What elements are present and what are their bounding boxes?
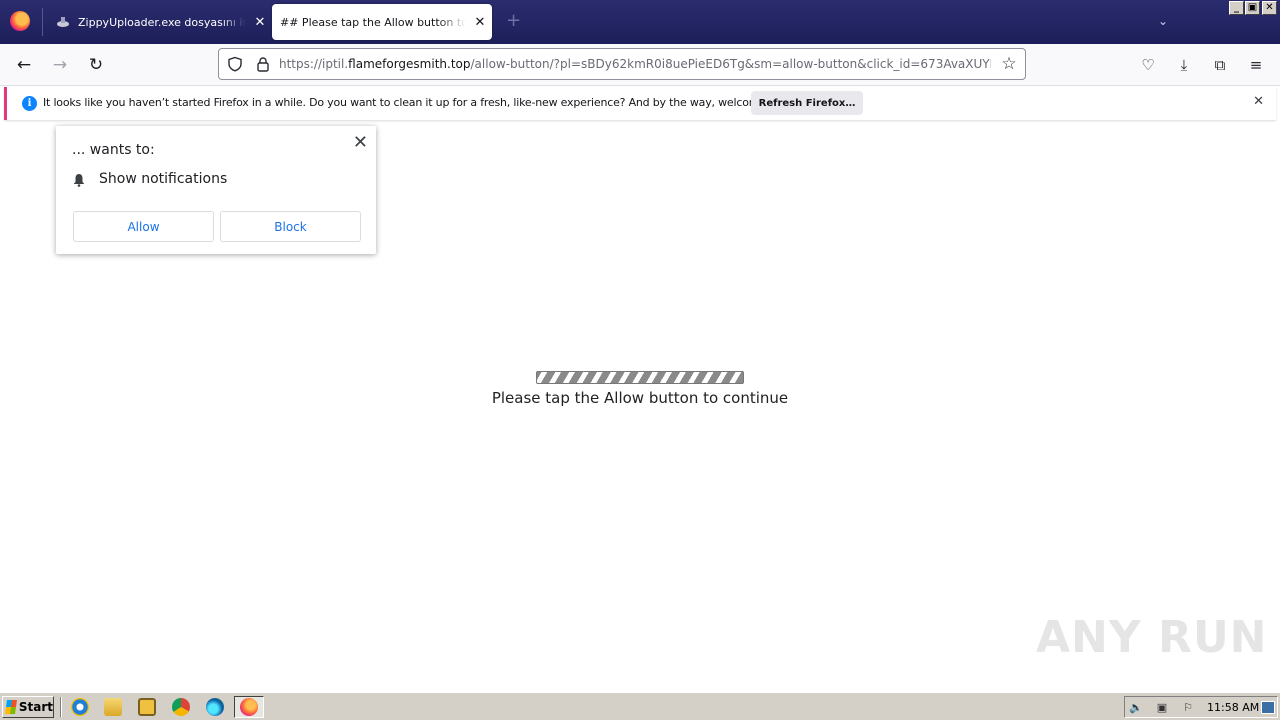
tab-zippyuploader[interactable]: ZippyUploader.exe dosyasını indir - Zipp…: [46, 4, 268, 40]
url-text[interactable]: https://iptil.flameforgesmith.top/allow-…: [279, 57, 991, 71]
firefox-icon: [240, 698, 258, 716]
app-menu-icon[interactable]: ≡: [1245, 54, 1267, 76]
system-tray: 🔈 ▣ ⚐ 11:58 AM: [1124, 696, 1278, 718]
media-player-icon[interactable]: [138, 698, 156, 716]
volume-icon[interactable]: 🔈: [1129, 701, 1143, 714]
close-tab-icon[interactable]: ✕: [472, 15, 488, 30]
page-message: Please tap the Allow button to continue: [491, 389, 789, 407]
block-button[interactable]: Block: [220, 211, 361, 242]
refresh-firefox-notification: i It looks like you haven’t started Fire…: [4, 87, 1276, 120]
start-label: Start: [18, 700, 53, 714]
windows-logo-icon: [5, 700, 17, 714]
navigation-toolbar: ← → ↻ https://iptil.flameforgesmith.top/…: [0, 44, 1280, 86]
file-explorer-icon[interactable]: [104, 698, 122, 716]
downloads-icon[interactable]: ⤓: [1173, 54, 1195, 76]
close-prompt-icon[interactable]: ✕: [353, 132, 368, 153]
forward-button[interactable]: →: [47, 52, 73, 78]
restore-button[interactable]: ▣: [1245, 1, 1260, 15]
tab-separator: [42, 8, 43, 36]
back-button[interactable]: ←: [11, 52, 37, 78]
page-content: ... wants to: ✕ Show notifications Allow…: [0, 124, 1280, 692]
edge-icon[interactable]: [206, 698, 224, 716]
list-all-tabs-icon[interactable]: ⌄: [1158, 14, 1168, 28]
download-favicon-icon: [56, 15, 70, 29]
url-prefix: https://iptil.: [279, 57, 349, 71]
anyrun-watermark: ANY RUN: [1036, 612, 1268, 663]
close-window-button[interactable]: ✕: [1262, 1, 1277, 15]
tracking-protection-shield-icon[interactable]: [227, 56, 243, 72]
chrome-icon[interactable]: [172, 698, 190, 716]
minimize-button[interactable]: _: [1229, 1, 1244, 15]
bookmark-star-icon[interactable]: ☆: [999, 54, 1019, 74]
action-center-flag-icon[interactable]: ⚐: [1181, 701, 1195, 714]
url-domain: flameforgesmith.top: [348, 57, 471, 71]
show-desktop-icon[interactable]: [1261, 701, 1275, 714]
allow-button[interactable]: Allow: [73, 211, 214, 242]
notification-permission-prompt: ... wants to: ✕ Show notifications Allow…: [56, 126, 376, 254]
clock[interactable]: 11:58 AM: [1207, 701, 1259, 714]
lock-icon[interactable]: [255, 56, 271, 72]
url-path: /allow-button/?pl=sBDy62kmR0i8uePieED6Tg…: [470, 57, 992, 71]
close-notification-icon[interactable]: ✕: [1253, 94, 1264, 109]
network-icon[interactable]: ▣: [1155, 701, 1169, 714]
refresh-firefox-button[interactable]: Refresh Firefox…: [751, 91, 863, 115]
taskbar: Start 🔈 ▣ ⚐ 11:58 AM: [0, 692, 1280, 720]
reload-button[interactable]: ↻: [83, 52, 109, 78]
info-icon: i: [22, 96, 37, 111]
extensions-icon[interactable]: ⧉: [1209, 54, 1231, 76]
close-tab-icon[interactable]: ✕: [252, 15, 268, 30]
pocket-icon[interactable]: ♡: [1137, 54, 1159, 76]
tab-allow-button[interactable]: ## Please tap the Allow button to contin…: [272, 4, 492, 40]
url-bar[interactable]: https://iptil.flameforgesmith.top/allow-…: [218, 48, 1026, 80]
loading-progress-bar: [536, 371, 744, 384]
prompt-title: ... wants to:: [72, 142, 155, 158]
internet-explorer-icon[interactable]: [71, 698, 89, 716]
firefox-logo-icon[interactable]: [10, 11, 30, 31]
bell-icon: [72, 172, 86, 187]
start-button[interactable]: Start: [2, 696, 54, 718]
tab-strip: ZippyUploader.exe dosyasını indir - Zipp…: [0, 0, 1280, 44]
tab-title: ## Please tap the Allow button to contin…: [280, 15, 466, 29]
firefox-taskbar-button[interactable]: [234, 696, 264, 718]
permission-label: Show notifications: [99, 171, 228, 187]
tab-title: ZippyUploader.exe dosyasını indir - Zipp…: [78, 15, 246, 29]
new-tab-icon[interactable]: +: [506, 12, 521, 30]
taskbar-separator: [60, 697, 62, 717]
notification-message: It looks like you haven’t started Firefo…: [43, 96, 799, 109]
